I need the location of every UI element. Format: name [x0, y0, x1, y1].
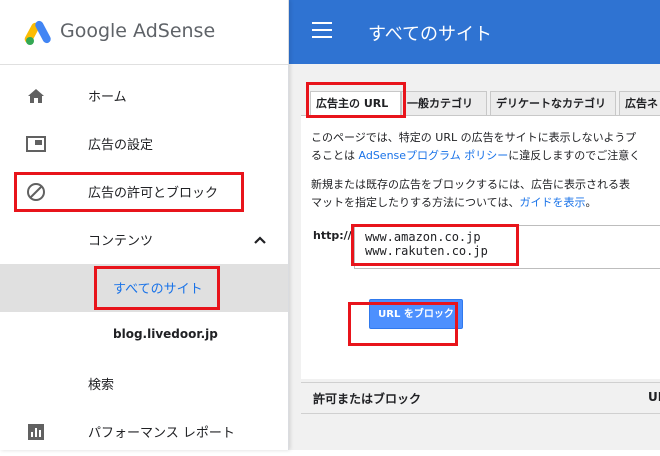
policy-link[interactable]: AdSenseプログラム ポリシー: [359, 149, 509, 162]
adsense-logo-icon: [24, 20, 51, 45]
guide-link[interactable]: ガイドを表示: [519, 196, 585, 209]
column-header-allow-block: 許可またはブロック: [313, 392, 422, 406]
tab-ad-networks[interactable]: 広告ネ: [619, 91, 660, 115]
page-title: すべてのサイト: [368, 24, 493, 45]
brand-name: Google AdSense: [60, 20, 216, 42]
sidebar-item-allow-block[interactable]: 広告の許可とブロック: [0, 168, 288, 216]
sidebar-item-search[interactable]: 検索: [0, 360, 288, 408]
block-icon: [27, 183, 45, 201]
description-line: このページでは、特定の URL の広告をサイトに表示しないようプ: [311, 131, 637, 144]
sidebar-item-home[interactable]: ホーム: [0, 72, 288, 120]
description-text-part: に違反しますのでご注意く: [508, 149, 641, 162]
chevron-up-icon[interactable]: [248, 228, 272, 252]
instruction-text-part: マットを指定したりする方法については、: [311, 196, 520, 209]
table-header: 許可またはブロック UI: [301, 382, 660, 414]
sidebar-item-label: 検索: [88, 378, 115, 393]
ad-settings-icon: [26, 136, 46, 152]
sidebar-item-site[interactable]: blog.livedoor.jp: [0, 312, 288, 360]
tab-advertiser-url[interactable]: 広告主の URL: [310, 91, 401, 115]
url-block-panel: このページでは、特定の URL の広告をサイトに表示しないようプ ることは Ad…: [301, 115, 660, 379]
http-prefix-label: http://: [313, 229, 352, 242]
sidebar-item-label: ホーム: [88, 90, 127, 105]
brand-header: Google AdSense: [0, 0, 288, 65]
sidebar-item-label: 広告の許可とブロック: [88, 186, 219, 201]
tab-sensitive-categories[interactable]: デリケートなカテゴリ: [490, 91, 616, 115]
url-textarea[interactable]: www.amazon.co.jp www.rakuten.co.jp: [354, 225, 660, 269]
sidebar-item-label: blog.livedoor.jp: [113, 327, 218, 341]
sidebar-item-label: パフォーマンス レポート: [88, 426, 235, 441]
sidebar-item-label: 広告の設定: [88, 138, 154, 153]
column-header-url: UI: [648, 390, 660, 404]
sidebar-item-ad-settings[interactable]: 広告の設定: [0, 120, 288, 168]
home-icon: [28, 89, 44, 103]
tab-general-categories[interactable]: 一般カテゴリ: [401, 91, 487, 115]
instruction-text: 新規または既存の広告をブロックするには、広告に表示される表 マットを指定したりす…: [311, 176, 630, 212]
menu-icon[interactable]: [312, 22, 332, 40]
sidebar-item-all-sites[interactable]: すべてのサイト: [0, 264, 288, 312]
description-line: ることは AdSenseプログラム ポリシーに違反しますのでご注意く: [311, 147, 640, 165]
sidebar-item-content[interactable]: コンテンツ: [0, 216, 288, 264]
top-app-bar: すべてのサイト: [288, 0, 660, 64]
sidebar-item-performance-reports[interactable]: パフォーマンス レポート: [0, 408, 288, 456]
main-content: 広告主の URL 一般カテゴリ デリケートなカテゴリ 広告ネ このページでは、特…: [288, 64, 660, 450]
bar-chart-icon: [28, 424, 44, 440]
description-text-part: ることは: [311, 149, 359, 162]
instruction-line: マットを指定したりする方法については、ガイドを表示。: [311, 194, 630, 212]
sidebar-item-label: コンテンツ: [88, 234, 154, 249]
instruction-line: 新規または既存の広告をブロックするには、広告に表示される表: [311, 178, 630, 191]
sidebar-item-label: すべてのサイト: [113, 282, 203, 297]
sidebar: Google AdSense ホーム 広告の設定 広告の許可とブロック コンテン…: [0, 0, 289, 450]
url-textarea-value: www.amazon.co.jp www.rakuten.co.jp: [365, 230, 488, 258]
description-text: このページでは、特定の URL の広告をサイトに表示しないようプ ることは Ad…: [311, 129, 640, 165]
instruction-text-part: 。: [585, 196, 597, 209]
block-url-button[interactable]: URL をブロック: [369, 299, 463, 329]
